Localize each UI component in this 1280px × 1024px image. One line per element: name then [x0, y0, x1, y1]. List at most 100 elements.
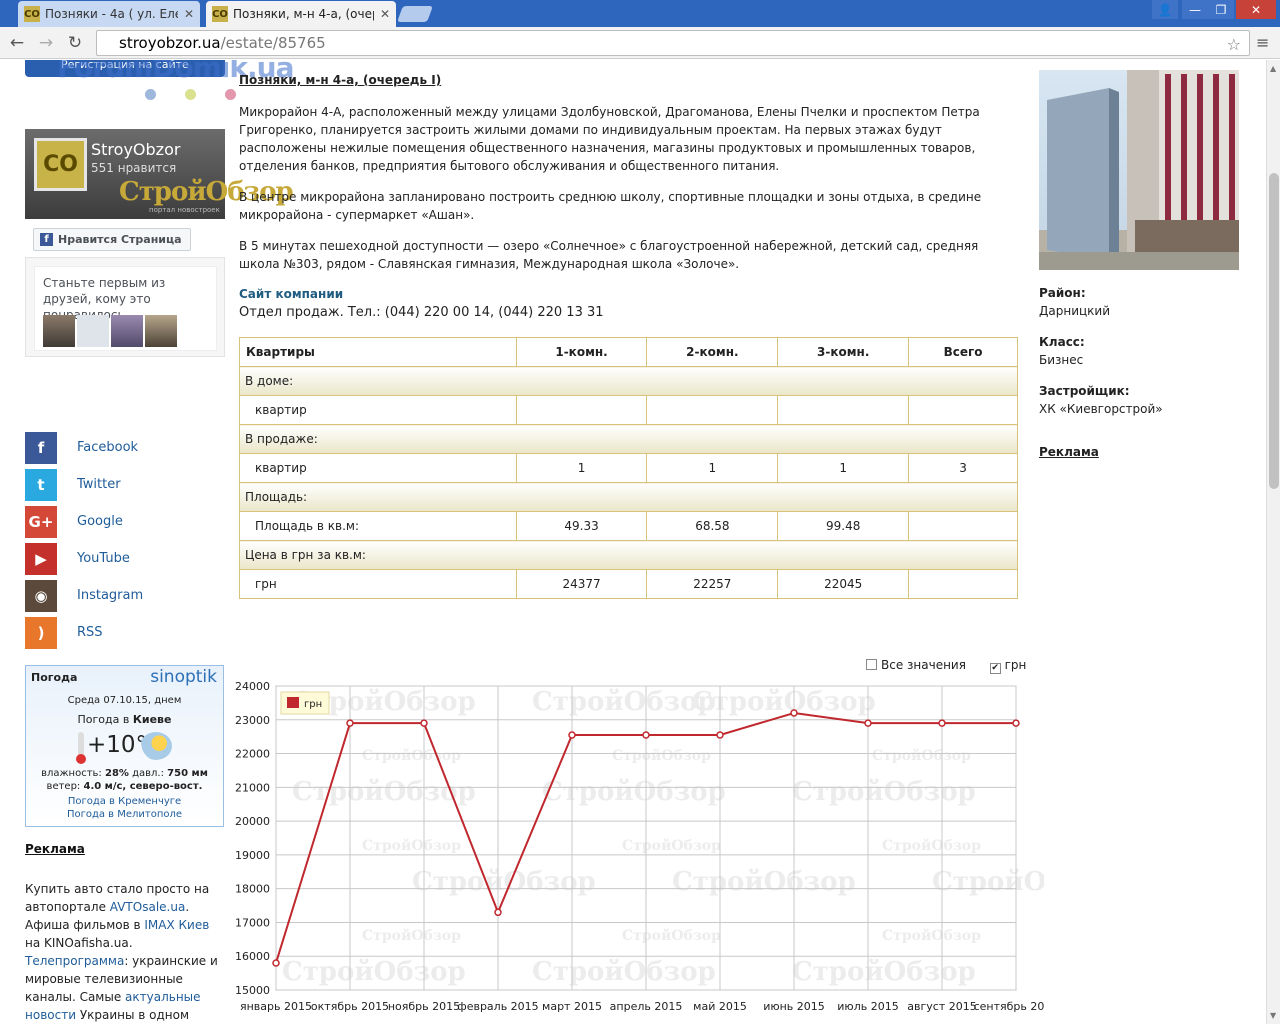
- page-logo: CO: [34, 138, 87, 191]
- data-point[interactable]: [864, 719, 872, 727]
- weather-link[interactable]: Погода в Мелитополе: [26, 809, 223, 820]
- table-header: 3-комн.: [777, 337, 910, 367]
- browser-titlebar: CO Позняки - 4а ( ул. Елены Пч ✕ CO Позн…: [0, 0, 1280, 27]
- forward-icon[interactable]: →: [35, 33, 57, 53]
- uah-checkbox[interactable]: ✔: [989, 663, 1001, 674]
- friend-avatar[interactable]: [145, 315, 177, 347]
- right-ads-link[interactable]: Реклама: [1039, 445, 1099, 459]
- facebook-icon[interactable]: f: [25, 432, 57, 464]
- x-tick-label: март 2015: [542, 1000, 602, 1013]
- watermark-text: СтройОбзор: [872, 747, 971, 764]
- data-point[interactable]: [1012, 719, 1020, 727]
- facebook-friends-box: Станьте первым из друзей, кому это понра…: [25, 257, 225, 357]
- address-bar[interactable]: stroyobzor.ua/estate/85765 ☆: [96, 30, 1250, 56]
- social-label[interactable]: Facebook: [77, 440, 138, 455]
- data-point[interactable]: [938, 719, 946, 727]
- social-link-google[interactable]: G+ Google: [25, 506, 225, 538]
- data-point[interactable]: [420, 719, 428, 727]
- friend-avatar[interactable]: [43, 315, 75, 347]
- ad-link[interactable]: IMAX Киев: [144, 918, 209, 932]
- page-title: Позняки, м-н 4-а, (очередь I): [239, 73, 442, 87]
- table-cell: 99.48: [777, 511, 910, 541]
- tab-inactive[interactable]: CO Позняки - 4а ( ул. Елены Пч ✕: [18, 1, 200, 27]
- data-point[interactable]: [790, 709, 798, 717]
- all-values-label: Все значения: [881, 658, 966, 672]
- ads-heading[interactable]: Реклама: [25, 842, 85, 856]
- rss-icon[interactable]: ): [25, 617, 57, 649]
- table-cell: 1: [515, 453, 648, 483]
- watermark-text: СтройОбзор: [792, 957, 976, 987]
- user-icon[interactable]: 👤: [1152, 0, 1178, 19]
- y-tick-label: 23000: [235, 714, 270, 727]
- weather-link[interactable]: Погода в Кременчуге: [26, 796, 223, 807]
- weather-temperature: +10°: [87, 732, 148, 758]
- table-cell: 22257: [646, 569, 779, 599]
- close-window-button[interactable]: ✕: [1236, 0, 1276, 19]
- social-link-facebook[interactable]: f Facebook: [25, 432, 225, 464]
- like-page-button[interactable]: f Нравится Страница: [33, 228, 191, 251]
- social-label[interactable]: Google: [77, 514, 123, 529]
- social-label[interactable]: YouTube: [77, 551, 130, 566]
- watermark-text: СтройОбзор: [932, 867, 1044, 897]
- x-tick-label: январь 2015: [240, 1000, 312, 1013]
- sinoptik-logo[interactable]: sinoptik: [150, 667, 217, 687]
- facebook-page-widget[interactable]: CO StroyObzor 551 нравится СтройОбзор по…: [25, 129, 294, 219]
- page-likes-count: 551 нравится: [91, 161, 177, 175]
- data-point[interactable]: [716, 731, 724, 739]
- scroll-up-icon[interactable]: ▲: [1270, 64, 1276, 73]
- tab-active[interactable]: CO Позняки, м-н 4-а, (очередь ✕: [206, 1, 396, 27]
- building-photo[interactable]: [1039, 70, 1239, 270]
- x-tick-label: август 2015: [907, 1000, 976, 1013]
- all-values-checkbox[interactable]: [866, 659, 877, 670]
- data-point[interactable]: [272, 959, 280, 967]
- reload-icon[interactable]: ↻: [64, 33, 86, 53]
- social-label[interactable]: RSS: [77, 625, 103, 640]
- weather-title: Погода: [31, 671, 78, 684]
- ad-link[interactable]: Телепрограмма: [25, 954, 124, 968]
- data-point[interactable]: [494, 908, 502, 917]
- google-plus-icon[interactable]: G+: [25, 506, 57, 538]
- social-link-rss[interactable]: ) RSS: [25, 617, 225, 649]
- new-tab-button[interactable]: [397, 6, 433, 22]
- close-tab-icon[interactable]: ✕: [380, 7, 390, 21]
- social-link-instagram[interactable]: ◉ Instagram: [25, 580, 225, 612]
- data-point[interactable]: [346, 719, 354, 727]
- restore-button[interactable]: ❐: [1208, 0, 1234, 19]
- social-link-youtube[interactable]: ▶ YouTube: [25, 543, 225, 575]
- friend-avatar[interactable]: [77, 315, 109, 347]
- slider-dot[interactable]: [185, 89, 196, 100]
- youtube-icon[interactable]: ▶: [25, 543, 57, 575]
- close-tab-icon[interactable]: ✕: [184, 7, 194, 21]
- company-site-link[interactable]: Сайт компании: [239, 287, 343, 301]
- menu-icon[interactable]: ≡: [1256, 33, 1269, 52]
- slider-dot[interactable]: [225, 89, 236, 100]
- url-domain: stroyobzor.ua: [119, 34, 221, 52]
- ad-link[interactable]: AVTOsale.ua: [110, 900, 186, 914]
- social-label[interactable]: Instagram: [77, 588, 143, 603]
- social-label[interactable]: Twitter: [77, 477, 121, 492]
- watermark-text: СтройОбзор: [282, 957, 466, 987]
- minimize-button[interactable]: —: [1182, 0, 1208, 19]
- bookmark-star-icon[interactable]: ☆: [1227, 33, 1241, 57]
- table-row-label: грн: [239, 569, 517, 599]
- ads-text: Купить авто стало просто на автопортале …: [25, 882, 218, 1022]
- scroll-down-icon[interactable]: ▼: [1270, 1011, 1276, 1020]
- scrollbar-thumb[interactable]: [1269, 173, 1279, 489]
- x-tick-label: апрель 2015: [610, 1000, 683, 1013]
- page-name[interactable]: StroyObzor: [91, 140, 180, 159]
- data-point[interactable]: [642, 731, 650, 739]
- x-tick-label: февраль 2015: [457, 1000, 538, 1013]
- y-tick-label: 24000: [235, 680, 270, 693]
- twitter-icon[interactable]: t: [25, 469, 57, 501]
- district-value: Дарницкий: [1039, 304, 1111, 318]
- scrollbar[interactable]: ▲ ▼: [1266, 60, 1280, 1024]
- data-point[interactable]: [568, 731, 576, 739]
- friend-avatar[interactable]: [111, 315, 143, 347]
- social-link-twitter[interactable]: t Twitter: [25, 469, 225, 501]
- slider-dot[interactable]: [145, 89, 156, 100]
- instagram-icon[interactable]: ◉: [25, 580, 57, 612]
- y-tick-label: 18000: [235, 883, 270, 896]
- facebook-icon: f: [40, 233, 53, 246]
- watermark-text: СтройОбзор: [672, 867, 856, 897]
- back-icon[interactable]: ←: [6, 33, 28, 53]
